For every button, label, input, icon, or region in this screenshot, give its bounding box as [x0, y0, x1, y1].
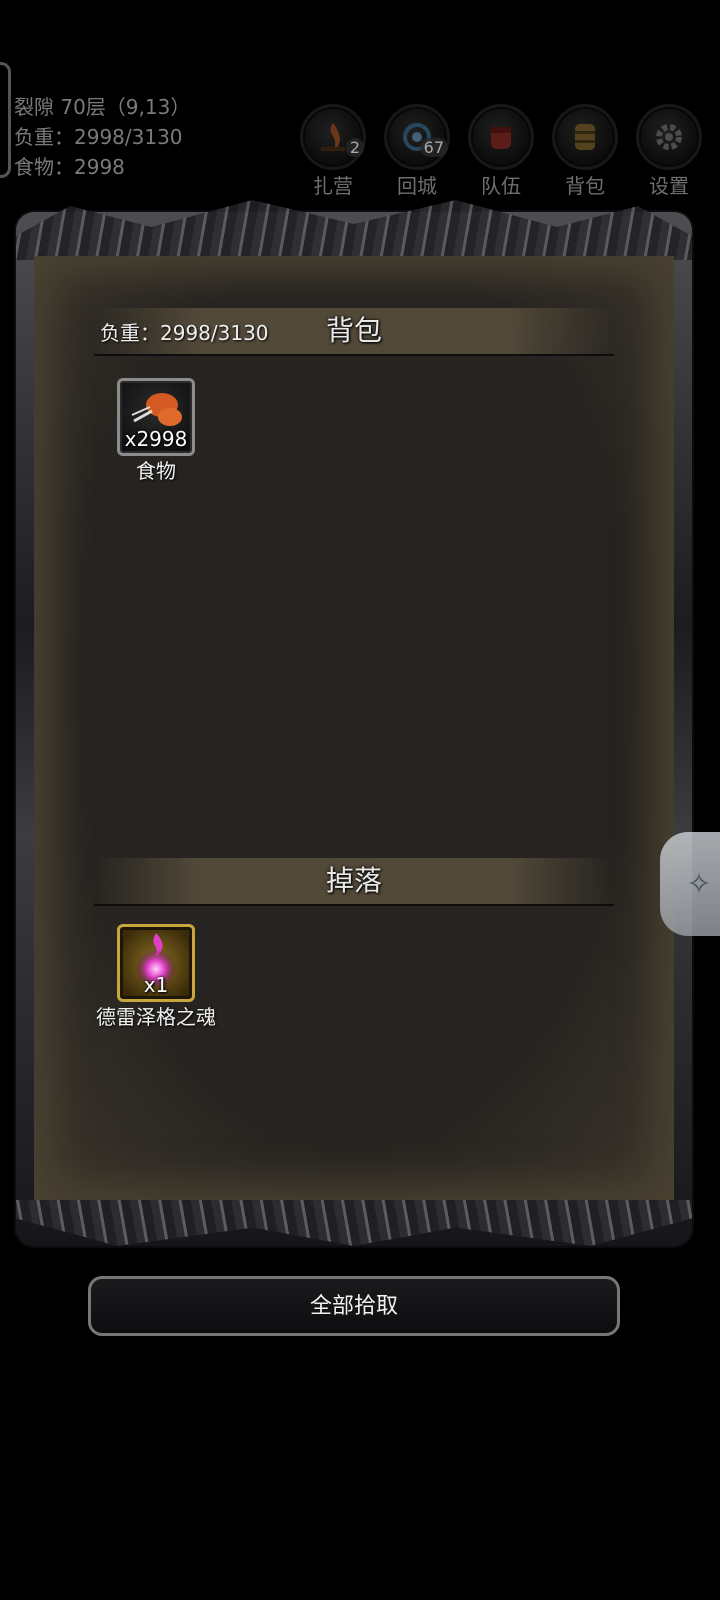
inventory-panel: 负重：2998/3130 背包 x2998 食物 掉落 x1 德雷泽格之魂 — [34, 256, 674, 1204]
side-drawer-tab[interactable] — [0, 62, 11, 178]
item-quantity: x2998 — [124, 427, 188, 451]
campfire-icon — [300, 104, 366, 170]
fist-icon — [468, 104, 534, 170]
settings-label: 设置 — [649, 174, 689, 198]
backpack-label: 背包 — [565, 174, 605, 198]
camp-count-badge: 2 — [345, 138, 364, 157]
load-text: 负重：2998/3130 — [14, 125, 183, 149]
settings-button[interactable]: 设置 — [636, 104, 702, 199]
drops-header: 掉落 — [94, 858, 614, 906]
floating-assist-button[interactable]: ✧ — [660, 832, 720, 936]
portal-icon — [384, 104, 450, 170]
return-town-button[interactable]: 67 回城 — [384, 104, 450, 199]
frame-ornament-bottom — [16, 1200, 692, 1246]
frame-ornament-top — [16, 200, 692, 260]
pickup-all-button[interactable]: 全部拾取 — [88, 1276, 620, 1336]
backpack-item-food[interactable]: x2998 食物 — [96, 378, 216, 486]
team-button[interactable]: 队伍 — [468, 104, 534, 199]
status-panel: 裂隙 70层（9,13） 负重：2998/3130 食物：2998 — [14, 92, 190, 182]
item-slot: x2998 — [117, 378, 195, 456]
return-town-count-badge: 67 — [419, 138, 448, 157]
location-text: 裂隙 70层（9,13） — [14, 95, 191, 119]
item-slot: x1 — [117, 924, 195, 1002]
item-name: 德雷泽格之魂 — [96, 1005, 216, 1029]
return-town-label: 回城 — [397, 174, 437, 198]
camp-button[interactable]: 2 扎营 — [300, 104, 366, 199]
item-quantity: x1 — [143, 973, 169, 997]
camp-label: 扎营 — [313, 174, 353, 198]
gear-icon — [636, 104, 702, 170]
assist-icon: ✧ — [686, 866, 712, 902]
backpack-button[interactable]: 背包 — [552, 104, 618, 199]
item-name: 食物 — [136, 459, 176, 483]
team-label: 队伍 — [481, 174, 521, 198]
backpack-header: 负重：2998/3130 背包 — [94, 308, 614, 356]
top-menu: 2 扎营 67 回城 队伍 背包 设置 — [300, 104, 702, 199]
barrel-icon — [552, 104, 618, 170]
food-text: 食物：2998 — [14, 155, 125, 179]
drop-item-soul[interactable]: x1 德雷泽格之魂 — [96, 924, 216, 1032]
backpack-title: 背包 — [325, 314, 382, 347]
drops-title: 掉落 — [325, 864, 382, 897]
